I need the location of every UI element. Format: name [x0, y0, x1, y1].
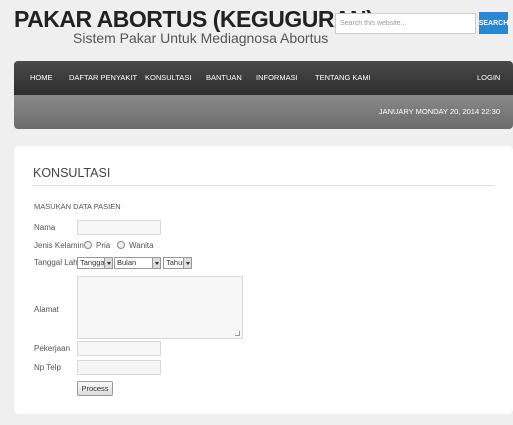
alamat-textarea[interactable]: [77, 276, 243, 339]
pekerjaan-label: Pekerjaan: [34, 344, 71, 353]
gender-wanita-radio[interactable]: [117, 241, 125, 249]
title-divider: [32, 185, 494, 186]
chevron-down-icon: [183, 258, 191, 268]
pekerjaan-field[interactable]: [77, 341, 161, 356]
tanggal-select[interactable]: Tanggal: [77, 257, 113, 269]
nav-daftar-penyakit[interactable]: DAFTAR PENYAKIT: [69, 61, 137, 95]
nav-home[interactable]: HOME: [30, 61, 53, 95]
search-input[interactable]: [335, 13, 476, 34]
search-button[interactable]: SEARCH: [479, 12, 508, 34]
nav-bantuan[interactable]: BANTUAN: [206, 61, 242, 95]
form-section-label: MASUKAN DATA PASIEN: [34, 202, 121, 211]
gender-pria-radio[interactable]: [84, 241, 92, 249]
nav-konsultasi[interactable]: KONSULTASI: [145, 61, 191, 95]
tanggal-select-value: Tanggal: [80, 258, 107, 267]
nav-login[interactable]: LOGIN: [477, 61, 500, 95]
bulan-select-value: Bulan: [117, 258, 137, 267]
tahun-select[interactable]: Tahun: [163, 257, 192, 269]
site-subtitle: Sistem Pakar Untuk Mediagnosa Abortus: [73, 30, 329, 46]
nav-informasi[interactable]: INFORMASI: [256, 61, 298, 95]
resize-grip-icon[interactable]: [235, 331, 240, 336]
jenis-kelamin-label: Jenis Kelamin: [34, 241, 84, 250]
site-title: PAKAR ABORTUS (KEGUGURAN): [14, 6, 374, 32]
telp-field[interactable]: [77, 360, 161, 375]
chevron-down-icon: [104, 258, 112, 268]
chevron-down-icon: [152, 258, 160, 268]
content-panel: KONSULTASI MASUKAN DATA PASIEN Nama Jeni…: [14, 146, 513, 414]
nama-field[interactable]: [77, 220, 161, 235]
tanggal-lahir-label: Tanggal Lahir: [34, 258, 83, 267]
date-bar: JANUARY MONDAY 20, 2014 22:30: [14, 95, 513, 129]
date-display: JANUARY MONDAY 20, 2014 22:30: [378, 107, 500, 116]
gender-wanita-label: Wanita: [129, 241, 154, 250]
alamat-label: Alamat: [34, 305, 59, 314]
telp-label: Np Telp: [34, 363, 61, 372]
bulan-select[interactable]: Bulan: [114, 257, 161, 269]
main-navigation: HOME DAFTAR PENYAKIT KONSULTASI BANTUAN …: [14, 61, 513, 95]
gender-pria-label: Pria: [96, 241, 111, 250]
nama-label: Nama: [34, 223, 56, 232]
nav-tentang-kami[interactable]: TENTANG KAMI: [315, 61, 371, 95]
page-title: KONSULTASI: [33, 166, 111, 180]
process-button[interactable]: Process: [77, 381, 113, 396]
